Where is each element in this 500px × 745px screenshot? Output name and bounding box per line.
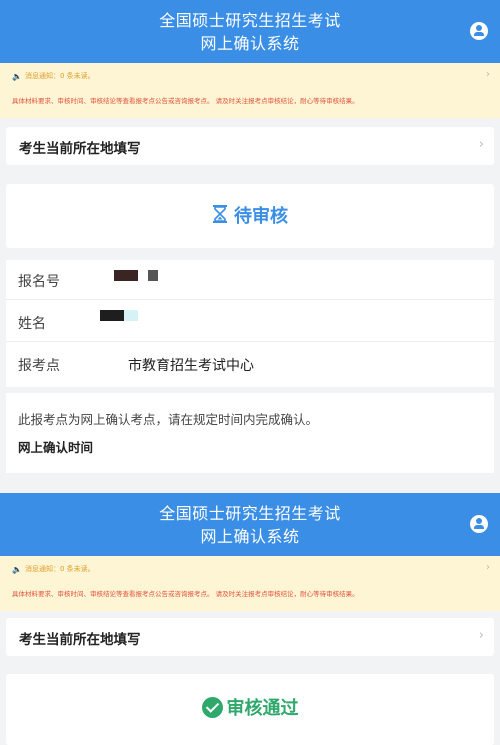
notice-bar[interactable]: 🔈 消息通知：0 条未读。 具体材料要求、审核时间、审核结论等查看报考点公告或咨… [0, 556, 500, 611]
status-label: 待审核 [234, 206, 288, 227]
confirm-time-label: 网上确认时间 [18, 440, 94, 455]
hourglass-icon [213, 205, 227, 223]
user-icon[interactable] [470, 515, 488, 533]
redacted-block [114, 270, 138, 281]
header-title: 全国硕士研究生招生考试 [159, 504, 341, 523]
status-pending: 待审核 [6, 202, 494, 228]
info-key: 报名号 [18, 274, 60, 290]
chevron-right-icon: › [478, 628, 484, 643]
status-card: 待审核 [6, 184, 494, 248]
notice-detail: 具体材料要求、审核时间、审核结论等查看报考点公告或咨询报考点。 请及时关注报考点… [12, 97, 359, 105]
registration-info: 报名号 姓名 报考点 市教育招生考试中心 [6, 260, 494, 387]
speaker-icon: 🔈 [12, 564, 22, 574]
info-key: 姓名 [18, 316, 46, 332]
header-subtitle: 网上确认系统 [200, 34, 300, 53]
confirm-message: 此报考点为网上确认考点，请在规定时间内完成确认。 [18, 412, 319, 427]
notice-bar[interactable]: 🔈 消息通知：0 条未读。 具体材料要求、审核时间、审核结论等查看报考点公告或咨… [0, 63, 500, 118]
info-key: 报考点 [18, 358, 60, 374]
header: 全国硕士研究生招生考试 网上确认系统 [0, 493, 500, 556]
header-title: 全国硕士研究生招生考试 [159, 11, 341, 30]
confirm-description: 此报考点为网上确认考点，请在规定时间内完成确认。 网上确认时间 [6, 393, 494, 473]
status-label: 审核通过 [226, 698, 299, 719]
status-passed: 审核通过 [6, 694, 494, 720]
notice-message: 消息通知：0 条未读。 [24, 72, 95, 80]
location-row[interactable]: 考生当前所在地填写 › [6, 127, 494, 165]
redacted-block [100, 310, 124, 321]
chevron-right-icon: › [478, 137, 484, 152]
status-card: 审核通过 [6, 674, 494, 745]
header-subtitle: 网上确认系统 [200, 527, 300, 546]
info-row-exam-site: 报考点 市教育招生考试中心 [6, 344, 494, 384]
check-circle-icon [201, 697, 223, 718]
redacted-block [124, 310, 138, 321]
speaker-icon: 🔈 [12, 71, 22, 81]
location-label: 考生当前所在地填写 [19, 632, 141, 648]
info-row-registration-number: 报名号 [6, 260, 494, 300]
location-label: 考生当前所在地填写 [19, 141, 141, 157]
user-icon[interactable] [470, 22, 488, 40]
notice-message: 消息通知：0 条未读。 [24, 565, 95, 573]
chevron-right-icon[interactable]: › [486, 562, 490, 573]
info-value: 市教育招生考试中心 [128, 358, 254, 374]
redacted-block [148, 270, 158, 281]
notice-detail: 具体材料要求、审核时间、审核结论等查看报考点公告或咨询报考点。 请及时关注报考点… [12, 590, 359, 598]
location-row[interactable]: 考生当前所在地填写 › [6, 618, 494, 656]
chevron-right-icon[interactable]: › [486, 69, 490, 80]
info-row-name: 姓名 [6, 302, 494, 342]
header: 全国硕士研究生招生考试 网上确认系统 [0, 0, 500, 63]
